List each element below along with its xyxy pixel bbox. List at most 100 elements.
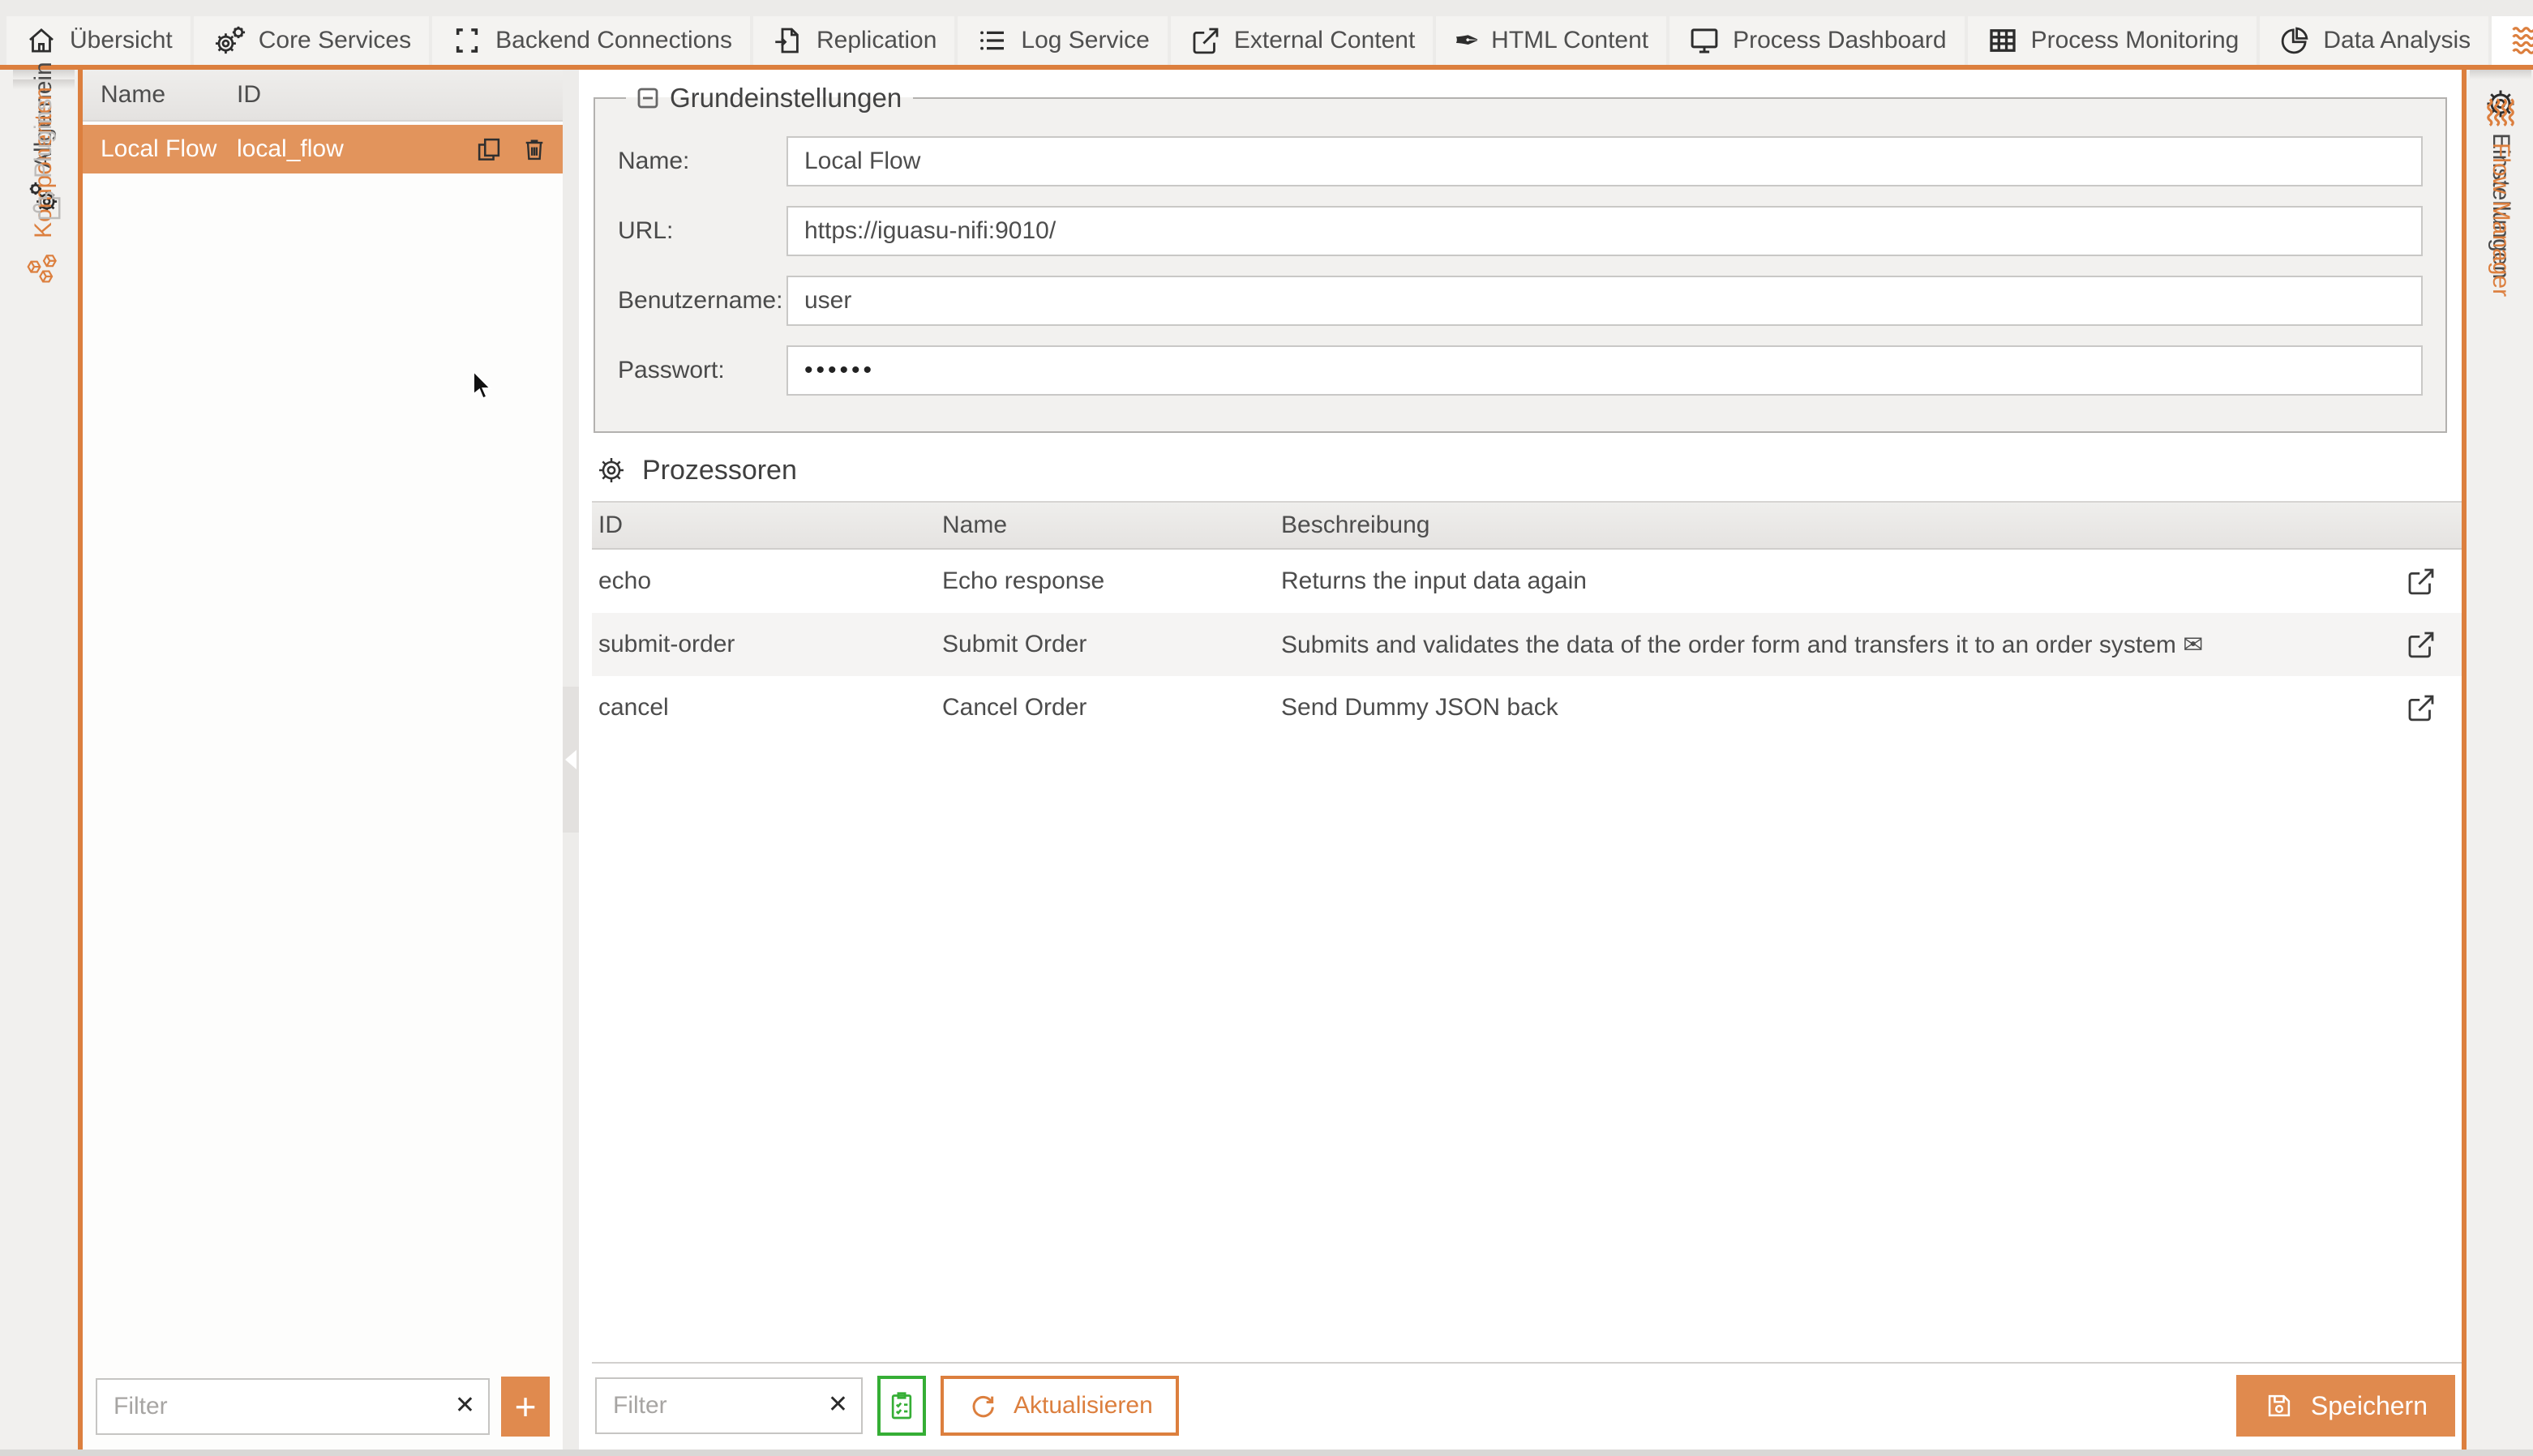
detail-toolbar: ✕ Aktualisieren Speichern [592,1362,2462,1450]
refresh-icon [966,1390,999,1422]
trash-icon[interactable] [519,134,550,165]
tab-label: Log Service [1021,27,1149,54]
processor-description: Submits and validates the data of the or… [1275,631,2385,659]
username-label: Benutzername: [618,287,786,315]
processor-row-submit-order[interactable]: submit-order Submit Order Submits and va… [592,613,2462,676]
collapse-section-icon[interactable] [637,88,658,109]
refresh-label: Aktualisieren [1014,1392,1153,1420]
tab-label: Data Analysis [2323,27,2471,54]
open-processor-icon[interactable] [2404,627,2438,662]
tab-html-content[interactable]: ✒ HTML Content [1436,16,1666,65]
clear-filter-icon[interactable]: ✕ [828,1390,848,1419]
pen-icon: ✒ [1454,25,1480,56]
tab-flow[interactable]: Flow [2492,16,2533,65]
tab-external-content[interactable]: External Content [1171,16,1433,65]
clipboard-icon [885,1390,918,1422]
gear-icon [595,454,628,486]
monitor-icon [1687,24,1721,58]
clipboard-button[interactable] [877,1376,926,1436]
processors-section-header: Prozessoren [595,454,2457,486]
column-header-id[interactable]: ID [592,512,936,539]
password-label: Passwort: [618,357,786,384]
processor-id: echo [592,567,936,595]
column-header-description[interactable]: Beschreibung [1275,512,2385,539]
right-tab-strip: Einstellungen Flow Manager [2467,70,2533,1450]
tab-core-services[interactable]: Core Services [194,16,429,65]
panel-splitter[interactable] [563,70,579,1450]
flow-name: Local Flow [94,135,230,163]
processor-filter-input[interactable] [595,1377,863,1434]
processors-table-header: ID Name Beschreibung [592,501,2462,550]
fieldset-legend: Grundeinstellungen [670,83,902,113]
flow-id: local_flow [230,135,474,163]
add-flow-button[interactable]: + [501,1377,550,1437]
section-title-text: Prozessoren [642,455,797,486]
processor-description: Returns the input data again [1275,567,2385,595]
tab-process-dashboard[interactable]: Process Dashboard [1669,16,1964,65]
tab-process-monitoring[interactable]: Process Monitoring [1968,16,2257,65]
tab-uebersicht[interactable]: Übersicht [6,16,191,65]
top-nav: Übersicht Core Services Backend Connecti… [0,0,2533,70]
save-button[interactable]: Speichern [2236,1375,2455,1437]
password-field[interactable] [786,345,2423,396]
flow-list-row-selected[interactable]: Local Flow local_flow [83,125,563,173]
name-field[interactable] [786,136,2423,186]
content-region: Name ID Local Flow local_flow ✕ [78,70,2467,1450]
tab-backend-connections[interactable]: Backend Connections [432,16,750,65]
processors-empty-area [592,739,2457,1362]
list-icon [975,24,1009,58]
processor-description: Send Dummy JSON back [1275,694,2385,722]
chevron-left-icon [565,750,576,769]
column-header-name[interactable]: Name [936,512,1275,539]
processor-name: Cancel Order [936,694,1275,722]
processor-id: cancel [592,694,936,722]
clear-filter-icon[interactable]: ✕ [455,1391,475,1420]
flow-detail-panel: Grundeinstellungen Name: URL: Benutzerna… [579,70,2462,1450]
copy-icon[interactable] [474,134,504,165]
document-import-icon [771,24,805,58]
basic-settings-fieldset: Grundeinstellungen Name: URL: Benutzerna… [594,83,2447,433]
name-label: Name: [618,148,786,175]
flow-list-header: Name ID [83,70,563,122]
processor-name: Submit Order [936,631,1275,658]
refresh-button[interactable]: Aktualisieren [941,1376,1179,1436]
processor-name: Echo response [936,567,1275,595]
column-header-id[interactable]: ID [230,81,563,109]
url-field[interactable] [786,206,2423,256]
flow-list-empty-area [83,173,563,1365]
tab-label: Replication [816,27,936,54]
window-bottom-edge [0,1450,2533,1456]
processor-row-echo[interactable]: echo Echo response Returns the input dat… [592,550,2462,613]
save-label: Speichern [2311,1391,2428,1421]
sidebar-tab-label: Plugins [30,99,58,178]
sidebar-tab-label: Flow Manager [2487,143,2514,297]
left-tab-strip: Allgemein Komponenten [0,70,78,1450]
tab-label: Process Dashboard [1733,27,1946,54]
processor-id: submit-order [592,631,936,658]
username-field[interactable] [786,276,2423,326]
flow-list-panel: Name ID Local Flow local_flow ✕ [83,70,563,1450]
pie-chart-icon [2278,24,2312,58]
tab-label: External Content [1234,27,1415,54]
url-label: URL: [618,217,786,245]
tab-label: Backend Connections [495,27,732,54]
home-icon [24,24,58,58]
open-processor-icon[interactable] [2404,691,2438,725]
tab-data-analysis[interactable]: Data Analysis [2260,16,2488,65]
external-link-icon [1189,24,1223,58]
cubes-icon [26,250,62,285]
tab-label: Process Monitoring [2031,27,2239,54]
column-header-name[interactable]: Name [94,81,230,109]
tab-label: Core Services [259,27,411,54]
tab-log-service[interactable]: Log Service [958,16,1167,65]
tab-label: Übersicht [70,27,173,54]
splitter-collapse-handle[interactable] [563,687,579,833]
flow-filter-input[interactable] [96,1378,490,1435]
puzzle-icon [27,190,61,224]
brackets-icon [450,24,484,58]
open-processor-icon[interactable] [2404,564,2438,598]
waves-icon [2509,23,2533,58]
save-icon [2264,1390,2295,1421]
processor-row-cancel[interactable]: cancel Cancel Order Send Dummy JSON back [592,676,2462,739]
tab-replication[interactable]: Replication [753,16,954,65]
